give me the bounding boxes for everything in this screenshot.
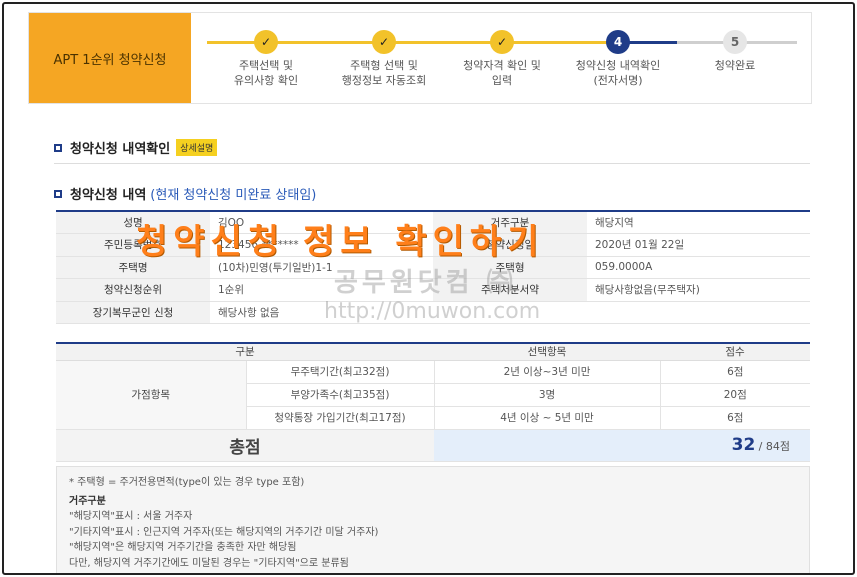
watermark-name: 공무원닷컴 ㈜ — [334, 268, 517, 298]
value-residence: 해당지역 — [587, 211, 810, 234]
header-category: 구분 — [56, 343, 434, 361]
step-2-check-icon: ✓ — [372, 30, 396, 54]
overlay-caption: 청약신청 정보 확인하기 — [136, 222, 545, 262]
total-max: / 84점 — [758, 440, 790, 453]
table-row: 가점항목 무주택기간(최고32점) 2년 이상~3년 미만 6점 — [56, 360, 810, 430]
label-rank: 청약신청순위 — [56, 278, 210, 302]
note-line: "해당지역"표시 : 서울 거주자 — [69, 511, 193, 522]
header-points: 점수 — [660, 343, 810, 361]
note-line: 다만, 해당지역 거주기간에도 미달된 경우는 "기타지역"으로 분류됨 — [69, 557, 349, 569]
score-selection: 3명 — [433, 383, 660, 407]
step-3-check-icon: ✓ — [490, 30, 514, 54]
label-military: 장기복무군인 신청 — [56, 301, 210, 324]
progress-stepper: APT 1순위 청약신청 ✓ 주택선택 및 유의사항 확인 ✓ 주택형 선택 및… — [28, 12, 812, 104]
step-1-check-icon: ✓ — [254, 30, 278, 54]
note-line: "기타지역"표시 : 인근지역 거주자(또는 해당지역의 거주기간 미달 거주자… — [69, 526, 379, 538]
group-label: 가점항목 — [56, 360, 246, 430]
score-points: 6점 — [659, 406, 810, 430]
section-header-details: 청약신청 내역 (현재 청약신청 미완료 상태임) — [54, 184, 316, 203]
note-line: * 주택형 = 주거전용면적(type이 있는 경우 type 포함) — [69, 477, 305, 488]
subsection-title: 청약신청 내역 — [70, 188, 147, 203]
total-row: 총점 32 / 84점 — [56, 429, 810, 462]
section-header-confirm: 청약신청 내역확인 상세설명 — [54, 138, 218, 157]
page-frame: APT 1순위 청약신청 ✓ 주택선택 및 유의사항 확인 ✓ 주택형 선택 및… — [2, 2, 855, 575]
header-selection: 선택항목 — [434, 343, 660, 361]
total-value-cell: 32 / 84점 — [434, 429, 810, 462]
step-3-label: 청약자격 확인 및 입력 — [463, 59, 541, 87]
value-apply-date: 2020년 01월 22일 — [587, 233, 810, 257]
section-square-icon — [54, 189, 62, 198]
section-divider — [54, 163, 810, 164]
value-housing-type: 059.0000A — [587, 256, 810, 279]
status-note: (현재 청약신청 미완료 상태임) — [150, 188, 317, 203]
score-selection: 2년 이상~3년 미만 — [433, 360, 660, 384]
step-4-number: 4 — [606, 30, 630, 54]
score-points: 20점 — [659, 383, 810, 407]
notes-box: * 주택형 = 주거전용면적(type이 있는 경우 type 포함) 거주구분… — [56, 466, 810, 573]
note-heading: 거주구분 — [69, 495, 106, 507]
score-item: 부양가족수(최고35점) — [245, 383, 434, 407]
score-table: 구분 선택항목 점수 가점항목 무주택기간(최고32점) 2년 이상~3년 미만… — [56, 342, 810, 462]
step-1-label: 주택선택 및 유의사항 확인 — [233, 59, 299, 87]
detail-badge[interactable]: 상세설명 — [176, 139, 218, 156]
total-score: 32 — [731, 435, 756, 455]
step-5-number: 5 — [723, 30, 747, 54]
score-selection: 4년 이상 ~ 5년 미만 — [433, 406, 660, 430]
step-2-label: 주택형 선택 및 행정정보 자동조회 — [341, 59, 427, 87]
total-label: 총점 — [56, 429, 434, 462]
score-item: 무주택기간(최고32점) — [245, 360, 434, 384]
step-4-label: 청약신청 내역확인 (전자서명) — [575, 59, 661, 87]
watermark-url: http://0muwon.com — [324, 299, 541, 324]
section-square-icon — [54, 143, 62, 152]
step-5-label: 청약완료 — [714, 59, 756, 72]
score-points: 6점 — [659, 360, 810, 384]
value-disposal-pledge: 해당사항없음(무주택자) — [587, 278, 810, 302]
score-item: 청약통장 가입기간(최고17점) — [245, 406, 434, 430]
table-header-row: 구분 선택항목 점수 — [56, 343, 810, 361]
stepper-title: APT 1순위 청약신청 — [29, 13, 191, 103]
section-title: 청약신청 내역확인 — [70, 142, 171, 157]
note-line: "해당지역"은 해당지역 거주기간을 충족한 자만 해당됨 — [69, 542, 297, 553]
